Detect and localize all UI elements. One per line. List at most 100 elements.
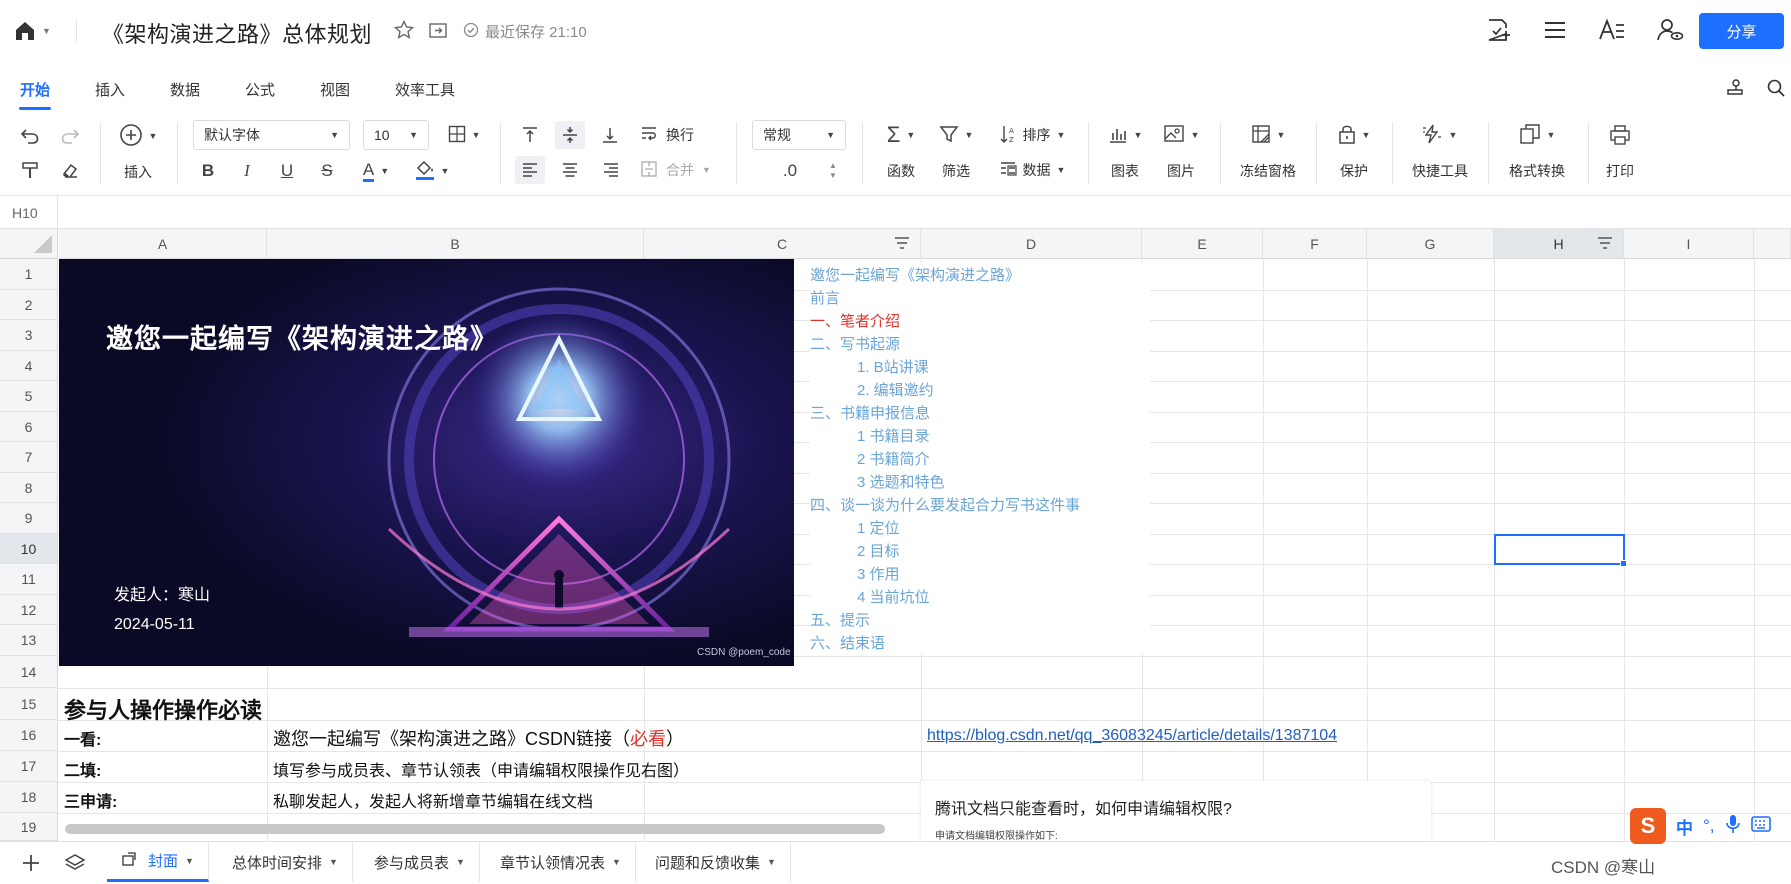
decimal-stepper[interactable]: ▲ ▼ — [826, 158, 840, 184]
sheet-tab-members[interactable]: 参与成员表 ▼ — [360, 842, 480, 882]
toc-item[interactable]: 2 目标 — [810, 539, 1150, 562]
share-button[interactable]: 分享 — [1699, 13, 1784, 49]
column-header-d[interactable]: D — [921, 229, 1142, 259]
column-header-e[interactable]: E — [1142, 229, 1263, 259]
insert-dropdown[interactable]: ▼ — [116, 122, 160, 150]
function-dropdown[interactable]: Σ ▼ — [880, 122, 922, 148]
row-header[interactable]: 7 — [0, 442, 58, 473]
toc-item[interactable]: 五、提示 — [810, 608, 1150, 631]
wrap-text-button[interactable]: 换行 — [640, 121, 706, 149]
toc-item[interactable]: 前言 — [810, 286, 1150, 309]
chevron-down-icon[interactable]: ▼ — [612, 857, 621, 867]
bold-icon[interactable]: B — [197, 158, 219, 184]
ime-punctuation[interactable]: °, — [1703, 816, 1715, 836]
protect-dropdown[interactable]: ▼ — [1333, 122, 1375, 148]
spreadsheet-grid[interactable]: A B C D E F G H I 1 2 3 4 5 6 7 8 9 10 1… — [0, 229, 1791, 841]
row-header[interactable]: 14 — [0, 656, 58, 688]
csdn-article-link[interactable]: https://blog.csdn.net/qq_36083245/articl… — [927, 727, 1367, 745]
align-right-icon[interactable] — [597, 156, 625, 184]
toc-item[interactable]: 1 定位 — [810, 516, 1150, 539]
toc-item[interactable]: 2. 编辑邀约 — [810, 378, 1150, 401]
underline-icon[interactable]: U — [276, 158, 298, 184]
column-header-c[interactable]: C — [644, 229, 921, 259]
keyboard-icon[interactable] — [1750, 815, 1771, 838]
strikethrough-icon[interactable]: S — [316, 158, 338, 184]
toc-item[interactable]: 3 作用 — [810, 562, 1150, 585]
format-painter-icon[interactable] — [18, 158, 42, 182]
tab-efficiency-tools[interactable]: 效率工具 — [395, 79, 455, 100]
image-button[interactable]: 图片 — [1160, 160, 1202, 182]
stepper-down-icon[interactable]: ▼ — [829, 171, 837, 181]
row-header[interactable]: 5 — [0, 381, 58, 412]
stamp-icon[interactable] — [1724, 78, 1744, 103]
fill-handle[interactable] — [1620, 560, 1627, 567]
toc-item[interactable]: 1 书籍目录 — [810, 424, 1150, 447]
font-size-select[interactable]: 10 ▼ — [363, 120, 429, 150]
text-style-icon[interactable] — [1598, 17, 1626, 48]
tab-start[interactable]: 开始 — [20, 79, 50, 100]
italic-icon[interactable]: I — [236, 158, 258, 184]
formula-input[interactable] — [59, 196, 1791, 229]
selected-cell[interactable] — [1494, 534, 1625, 565]
sort-dropdown[interactable]: AZ 排序 ▼ — [992, 122, 1072, 148]
toc-item[interactable]: 1. B站讲课 — [810, 355, 1150, 378]
menu-icon[interactable] — [1542, 17, 1568, 48]
toc-item[interactable]: 四、谈一谈为什么要发起合力写书这件事 — [810, 493, 1150, 516]
cover-image[interactable]: 邀您一起编写《架构演进之路》 发起人：寒山 2024-05-11 CSDN @p… — [59, 259, 794, 666]
column-header-f[interactable]: F — [1263, 229, 1367, 259]
filter-icon[interactable] — [894, 236, 910, 253]
function-button[interactable]: 函数 — [880, 160, 922, 182]
row-header[interactable]: 17 — [0, 751, 58, 782]
column-header-a[interactable]: A — [59, 229, 267, 259]
align-middle-icon[interactable] — [555, 121, 585, 149]
clear-format-icon[interactable] — [58, 158, 82, 182]
ime-toolbar[interactable]: S 中 °, — [1630, 808, 1771, 844]
row-header[interactable]: 2 — [0, 290, 58, 320]
row-header[interactable]: 16 — [0, 720, 58, 751]
font-family-select[interactable]: 默认字体 ▼ — [193, 120, 350, 150]
freeze-button[interactable]: 冻结窗格 — [1232, 160, 1304, 182]
protect-button[interactable]: 保护 — [1333, 160, 1375, 182]
horizontal-scrollbar[interactable] — [65, 824, 885, 834]
tab-formula[interactable]: 公式 — [245, 79, 275, 100]
cell-reference[interactable]: H10 — [0, 196, 58, 229]
print-button[interactable]: 打印 — [1600, 160, 1640, 182]
stepper-up-icon[interactable]: ▲ — [829, 161, 837, 171]
number-format-select[interactable]: 常规 ▼ — [752, 120, 846, 150]
row-header[interactable]: 8 — [0, 473, 58, 503]
row-header[interactable]: 9 — [0, 503, 58, 534]
move-to-folder-icon[interactable] — [428, 20, 448, 45]
row-header[interactable]: 13 — [0, 625, 58, 656]
quick-tools-dropdown[interactable]: ▼ — [1417, 122, 1461, 148]
toc-item[interactable]: 一、笔者介绍 — [810, 309, 1150, 332]
row-header[interactable]: 19 — [0, 813, 58, 841]
border-dropdown[interactable]: ▼ — [444, 122, 484, 148]
data-dropdown[interactable]: 数据 ▼ — [992, 157, 1072, 183]
redo-icon[interactable] — [58, 124, 82, 148]
sheet-list-icon[interactable] — [64, 852, 86, 874]
align-left-icon[interactable] — [515, 156, 545, 184]
column-header-h[interactable]: H — [1494, 229, 1624, 259]
align-bottom-icon[interactable] — [596, 121, 624, 149]
row-header[interactable]: 18 — [0, 782, 58, 813]
row-header[interactable]: 3 — [0, 320, 58, 351]
chart-dropdown[interactable]: ▼ — [1104, 122, 1146, 148]
select-all-corner[interactable] — [0, 229, 58, 259]
column-header-i[interactable]: I — [1624, 229, 1754, 259]
toc-item[interactable]: 邀您一起编写《架构演进之路》 — [810, 263, 1150, 286]
freeze-dropdown[interactable]: ▼ — [1244, 122, 1292, 148]
image-dropdown[interactable]: ▼ — [1160, 122, 1202, 148]
search-icon[interactable] — [1766, 78, 1786, 103]
toc-item[interactable]: 4 当前坑位 — [810, 585, 1150, 608]
microphone-icon[interactable] — [1725, 814, 1741, 839]
column-header-b[interactable]: B — [267, 229, 644, 259]
toc-item[interactable]: 二、写书起源 — [810, 332, 1150, 355]
document-title[interactable]: 《架构演进之路》总体规划 — [102, 17, 372, 49]
undo-icon[interactable] — [18, 124, 42, 148]
chevron-down-icon[interactable]: ▼ — [185, 856, 194, 866]
edit-permission-help-image[interactable]: 腾讯文档只能查看时，如何申请编辑权限? 申请文档编辑权限操作如下: — [921, 781, 1431, 841]
fill-color-dropdown[interactable]: ▼ — [410, 158, 454, 184]
tab-view[interactable]: 视图 — [320, 79, 350, 100]
chart-button[interactable]: 图表 — [1104, 160, 1146, 182]
tab-data[interactable]: 数据 — [170, 79, 200, 100]
